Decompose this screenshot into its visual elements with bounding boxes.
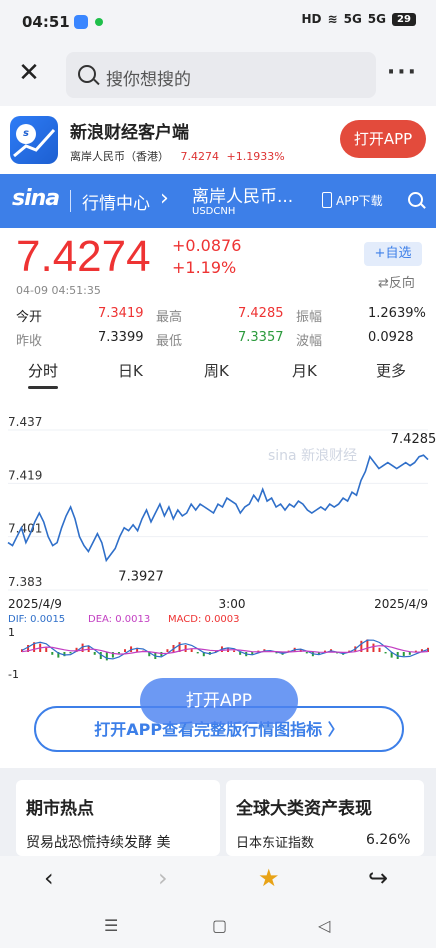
more-menu-icon[interactable]: ··· — [387, 60, 418, 85]
back-nav-icon[interactable]: ◁ — [318, 916, 330, 935]
stat-value: 7.3399 — [98, 330, 144, 345]
price-chart[interactable]: 7.437 7.419 7.401 7.383 sina 新浪财经 7.4285 7.392… — [0, 400, 436, 700]
y-tick-label: 7.437 — [8, 415, 42, 429]
status-icons: HD ≋ 5G 5G 29 — [302, 12, 416, 26]
global-assets-card[interactable]: 全球大类资产表现 日本东证指数 6.26% — [226, 780, 424, 856]
tab-monthly[interactable]: 月K — [292, 360, 317, 381]
status-time: 04:51 — [22, 13, 70, 31]
close-icon[interactable]: ✕ — [14, 58, 44, 88]
page-header: sina 行情中心 › 离岸人民币... USDCNH APP下载 — [0, 174, 436, 228]
star-icon[interactable]: ★ — [258, 864, 280, 892]
tab-more[interactable]: 更多 — [376, 360, 406, 381]
signal-icon-1: 5G — [343, 12, 362, 26]
back-icon[interactable]: ‹ — [44, 864, 54, 892]
price-line — [7, 454, 429, 563]
quote-timestamp: 04-09 04:51:35 — [16, 284, 101, 297]
search-placeholder: 搜你想搜的 — [106, 70, 191, 90]
app-name: 新浪财经客户端 — [70, 123, 189, 143]
instrument-name: 离岸人民币... — [192, 187, 294, 207]
stat-value: 7.4285 — [238, 306, 284, 321]
stat-label: 振幅 — [296, 310, 323, 325]
macd-y-top: 1 — [8, 626, 15, 639]
instrument-code: USDCNH — [192, 206, 236, 217]
home-icon[interactable]: ▢ — [212, 916, 227, 935]
wifi-icon: ≋ — [327, 12, 338, 26]
sina-watermark: sina 新浪财经 — [268, 448, 357, 464]
macd-y-bottom: -1 — [8, 668, 19, 681]
green-dot-icon — [95, 18, 103, 26]
signal-icon-2: 5G — [367, 12, 386, 26]
stat-label: 最高 — [156, 310, 183, 325]
sina-finance-logo: s — [10, 116, 58, 164]
low-annotation: 7.3927 — [118, 569, 164, 584]
reverse-button[interactable]: ⇄反向 — [378, 272, 415, 291]
banner-quote: 离岸人民币（香港） 7.4274 +1.1933% — [70, 150, 285, 163]
tab-weekly[interactable]: 周K — [204, 360, 229, 381]
dea-label: DEA: 0.0013 — [88, 614, 150, 625]
x-label-start: 2025/4/9 — [8, 597, 62, 611]
hd-icon: HD — [301, 12, 322, 26]
app-notification-icon — [74, 15, 88, 29]
stat-label: 今开 — [16, 310, 43, 325]
forward-icon[interactable]: › — [158, 864, 168, 892]
change-percent: +1.19% — [172, 258, 237, 277]
change-absolute: +0.0876 — [172, 236, 242, 255]
app-banner: s 新浪财经客户端 离岸人民币（香港） 7.4274 +1.1933% 打开AP… — [0, 106, 436, 174]
market-center-link[interactable]: 行情中心 — [82, 189, 150, 214]
tab-daily[interactable]: 日K — [118, 360, 143, 381]
share-icon[interactable]: ↪ — [368, 864, 388, 892]
stat-label: 波幅 — [296, 334, 323, 349]
stat-label: 最低 — [156, 334, 183, 349]
search-icon[interactable] — [408, 192, 423, 207]
futures-hot-card[interactable]: 期市热点 贸易战恐慌持续发酵 美 — [16, 780, 220, 856]
app-download-link[interactable]: APP下载 — [336, 192, 383, 209]
card-text: 日本东证指数 — [236, 836, 315, 851]
floating-open-app-button[interactable]: 打开APP — [140, 678, 298, 724]
high-annotation: 7.4285 — [391, 432, 436, 447]
y-tick-label: 7.419 — [8, 468, 42, 482]
search-input[interactable]: 搜你想搜的 — [66, 52, 376, 98]
menu-icon[interactable]: ☰ — [104, 916, 118, 935]
browser-search-bar: ✕ 搜你想搜的 ··· — [0, 44, 436, 106]
card-text: 贸易战恐慌持续发酵 美 — [26, 835, 171, 851]
card-title: 期市热点 — [26, 799, 94, 819]
phone-icon — [322, 192, 332, 208]
y-tick-label: 7.401 — [8, 522, 42, 536]
status-bar: 04:51 HD ≋ 5G 5G 29 — [0, 0, 436, 44]
stat-value: 0.0928 — [368, 330, 414, 345]
search-icon — [78, 65, 96, 83]
x-label-end: 2025/4/9 — [374, 597, 428, 611]
stat-value: 1.2639% — [368, 306, 426, 321]
x-label-mid: 3:00 — [219, 597, 246, 611]
open-app-button[interactable]: 打开APP — [340, 120, 426, 158]
y-tick-label: 7.383 — [8, 575, 42, 589]
browser-toolbar: ‹ › ★ ↪ — [0, 856, 436, 906]
card-value: 6.26% — [366, 832, 411, 848]
dif-label: DIF: 0.0015 — [8, 614, 65, 625]
system-navigation-bar: ☰ ▢ ◁ — [0, 906, 436, 948]
add-watchlist-button[interactable]: +自选 — [364, 242, 422, 266]
card-title: 全球大类资产表现 — [236, 799, 372, 819]
current-price: 7.4274 — [16, 232, 151, 281]
tab-intraday[interactable]: 分时 — [28, 360, 58, 381]
battery-icon: 29 — [392, 12, 416, 26]
price-chart-svg: 7.437 7.419 7.401 7.383 sina 新浪财经 7.4285 7.392… — [7, 415, 436, 681]
stat-label: 昨收 — [16, 334, 43, 349]
macd-label: MACD: 0.0003 — [168, 614, 240, 625]
stat-value: 7.3419 — [98, 306, 144, 321]
sina-logo[interactable]: sina — [12, 186, 60, 211]
chevron-right-icon: › — [160, 186, 169, 211]
stat-value: 7.3357 — [238, 330, 284, 345]
period-tabs: 分时 日K 周K 月K 更多 — [0, 360, 436, 392]
active-tab-indicator — [28, 386, 58, 389]
